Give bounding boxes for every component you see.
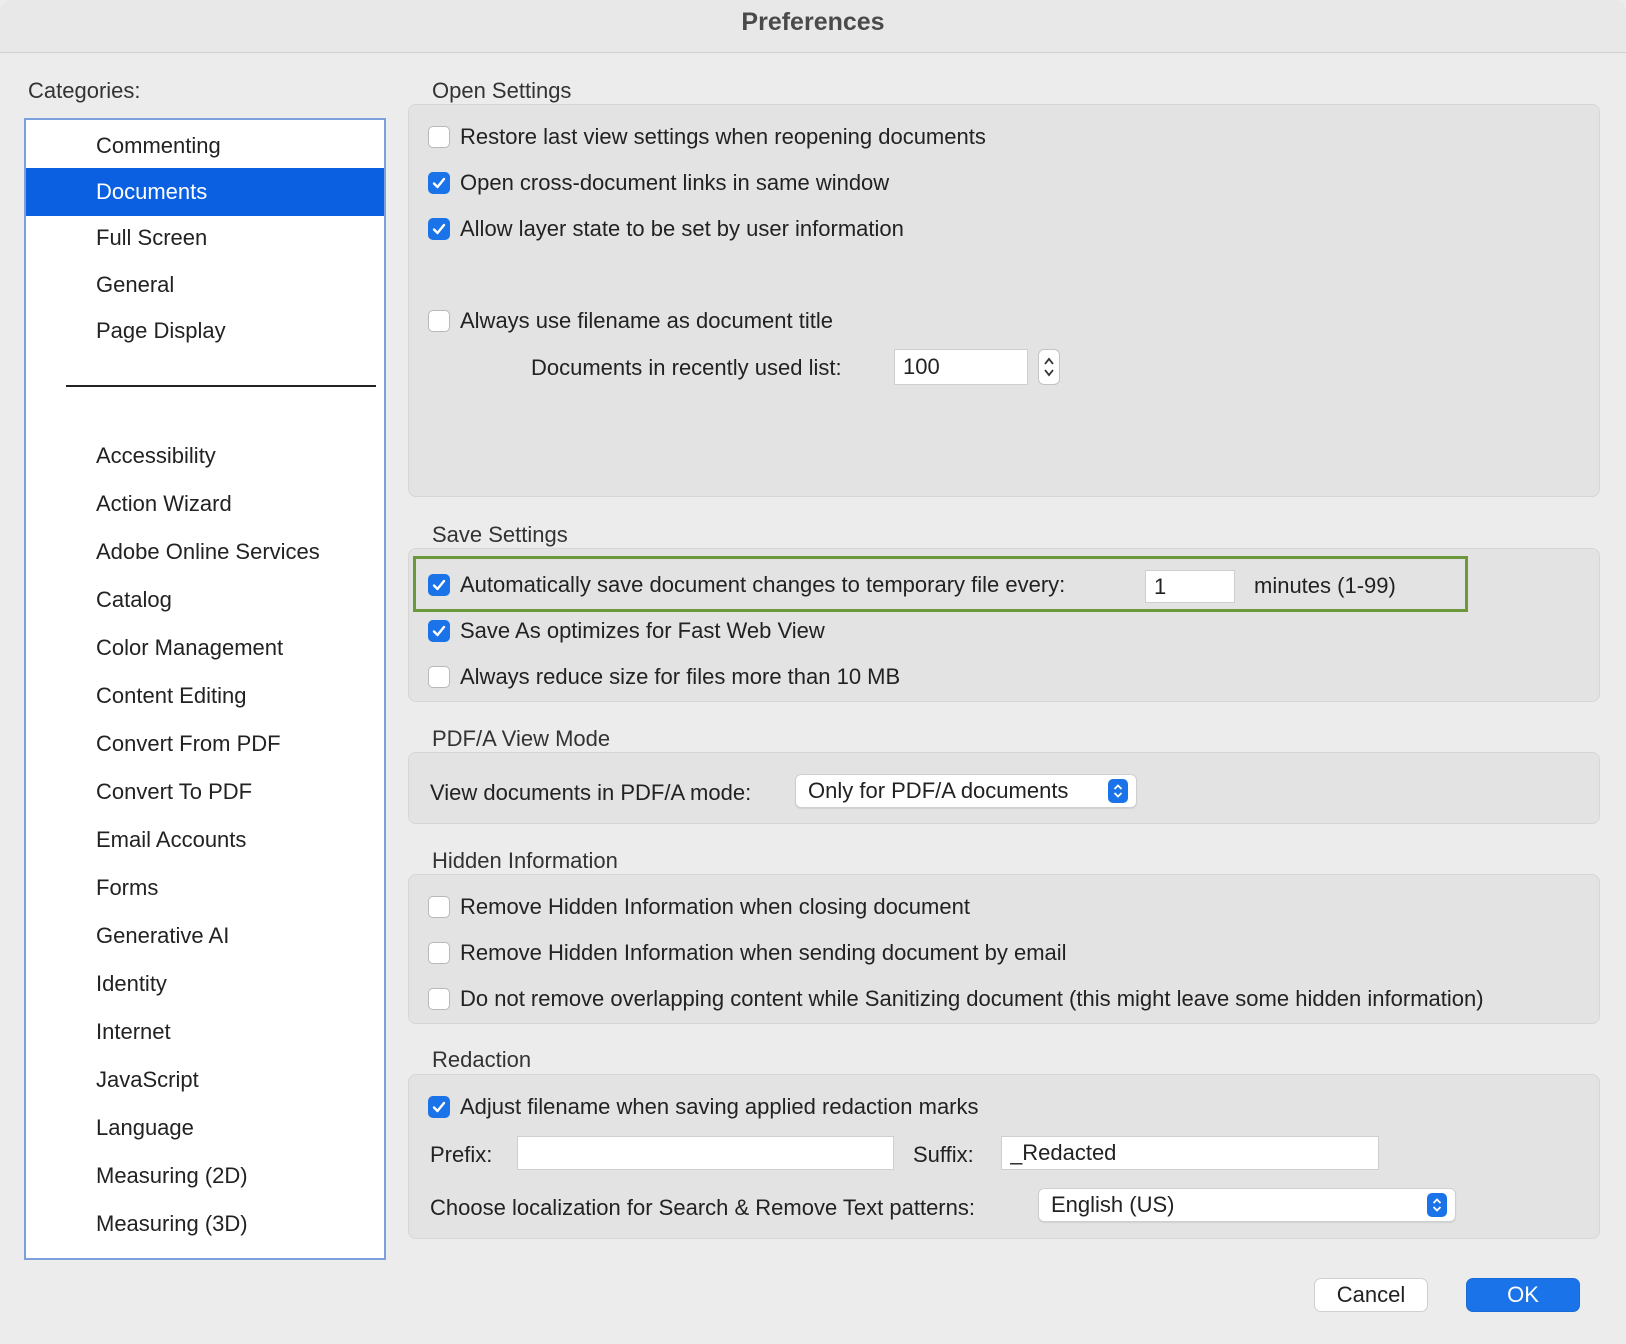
category-commenting[interactable]: Commenting [26,122,384,170]
autosave-row[interactable]: Automatically save document changes to t… [428,570,1065,600]
filename-as-title-row[interactable]: Always use filename as document title [428,306,833,336]
restore-last-view-checkbox[interactable] [428,126,450,148]
select-arrows-icon [1108,779,1128,803]
category-full-screen[interactable]: Full Screen [26,214,384,262]
localization-value: English (US) [1051,1192,1175,1217]
hidden-on-email-checkbox[interactable] [428,942,450,964]
category-divider [66,385,376,387]
restore-last-view-row[interactable]: Restore last view settings when reopenin… [428,122,986,152]
hidden-info-title: Hidden Information [432,848,618,873]
category-content-editing[interactable]: Content Editing [26,672,384,720]
category-page-display[interactable]: Page Display [26,307,384,355]
localization-select[interactable]: English (US) [1038,1188,1456,1222]
select-arrows-icon [1427,1193,1447,1217]
category-generative-ai[interactable]: Generative AI [26,912,384,960]
fast-web-view-label: Save As optimizes for Fast Web View [460,618,825,643]
cross-doc-links-label: Open cross-document links in same window [460,170,890,195]
autosave-minutes-input[interactable] [1145,570,1235,603]
autosave-label: Automatically save document changes to t… [460,572,1066,597]
category-measuring-3d[interactable]: Measuring (3D) [26,1200,384,1248]
reduce-size-checkbox[interactable] [428,666,450,688]
category-catalog[interactable]: Catalog [26,576,384,624]
cross-doc-links-checkbox[interactable] [428,172,450,194]
adjust-filename-checkbox[interactable] [428,1096,450,1118]
window-title: Preferences [741,8,885,36]
category-adobe-online-services[interactable]: Adobe Online Services [26,528,384,576]
category-internet[interactable]: Internet [26,1008,384,1056]
category-documents[interactable]: Documents [26,168,384,216]
overlapping-content-row[interactable]: Do not remove overlapping content while … [428,984,1484,1014]
restore-last-view-label: Restore last view settings when reopenin… [460,124,986,149]
preferences-window: Preferences Categories: Commenting Docum… [0,0,1626,1344]
overlapping-content-checkbox[interactable] [428,988,450,1010]
category-measuring-2d[interactable]: Measuring (2D) [26,1152,384,1200]
ok-button[interactable]: OK [1466,1278,1580,1312]
category-identity[interactable]: Identity [26,960,384,1008]
open-settings-panel [408,104,1600,497]
hidden-on-close-row[interactable]: Remove Hidden Information when closing d… [428,892,970,922]
suffix-input[interactable] [1001,1136,1379,1170]
localization-label: Choose localization for Search & Remove … [430,1195,975,1220]
autosave-checkbox[interactable] [428,574,450,596]
categories-label: Categories: [28,78,141,103]
overlapping-content-label: Do not remove overlapping content while … [460,986,1484,1011]
category-email-accounts[interactable]: Email Accounts [26,816,384,864]
cross-doc-links-row[interactable]: Open cross-document links in same window [428,168,889,198]
fast-web-view-checkbox[interactable] [428,620,450,642]
hidden-on-email-label: Remove Hidden Information when sending d… [460,940,1067,965]
pdfa-mode-value: Only for PDF/A documents [808,778,1069,803]
layer-state-row[interactable]: Allow layer state to be set by user info… [428,214,904,244]
redaction-title: Redaction [432,1047,532,1072]
reduce-size-label: Always reduce size for files more than 1… [460,664,901,689]
category-measuring-geo[interactable]: Measuring (Geo) [26,1248,384,1258]
cancel-button[interactable]: Cancel [1314,1278,1428,1312]
category-javascript[interactable]: JavaScript [26,1056,384,1104]
fast-web-view-row[interactable]: Save As optimizes for Fast Web View [428,616,825,646]
layer-state-checkbox[interactable] [428,218,450,240]
reduce-size-row[interactable]: Always reduce size for files more than 1… [428,662,900,692]
prefix-input[interactable] [517,1136,894,1170]
category-accessibility[interactable]: Accessibility [26,432,384,480]
filename-as-title-label: Always use filename as document title [460,308,833,333]
pdfa-title: PDF/A View Mode [432,726,611,751]
hidden-on-email-row[interactable]: Remove Hidden Information when sending d… [428,938,1067,968]
categories-list[interactable]: Commenting Documents Full Screen General… [24,118,386,1260]
adjust-filename-row[interactable]: Adjust filename when saving applied reda… [428,1092,979,1122]
category-color-management[interactable]: Color Management [26,624,384,672]
save-settings-title: Save Settings [432,522,568,547]
autosave-units-label: minutes (1-99) [1254,573,1396,598]
suffix-label: Suffix: [913,1142,974,1167]
hidden-on-close-checkbox[interactable] [428,896,450,918]
title-bar: Preferences [0,0,1626,53]
recent-list-input[interactable] [894,349,1028,385]
recent-list-label: Documents in recently used list: [531,355,842,380]
open-settings-title: Open Settings [432,78,572,103]
category-general[interactable]: General [26,261,384,309]
adjust-filename-label: Adjust filename when saving applied reda… [460,1094,979,1119]
category-forms[interactable]: Forms [26,864,384,912]
category-convert-to-pdf[interactable]: Convert To PDF [26,768,384,816]
hidden-on-close-label: Remove Hidden Information when closing d… [460,894,970,919]
stepper-arrows-icon [1044,357,1054,377]
recent-list-stepper[interactable] [1038,349,1060,385]
filename-as-title-checkbox[interactable] [428,310,450,332]
category-action-wizard[interactable]: Action Wizard [26,480,384,528]
pdfa-mode-label: View documents in PDF/A mode: [430,780,752,805]
pdfa-mode-select[interactable]: Only for PDF/A documents [795,774,1137,808]
prefix-label: Prefix: [430,1142,493,1167]
layer-state-label: Allow layer state to be set by user info… [460,216,904,241]
category-language[interactable]: Language [26,1104,384,1152]
category-convert-from-pdf[interactable]: Convert From PDF [26,720,384,768]
